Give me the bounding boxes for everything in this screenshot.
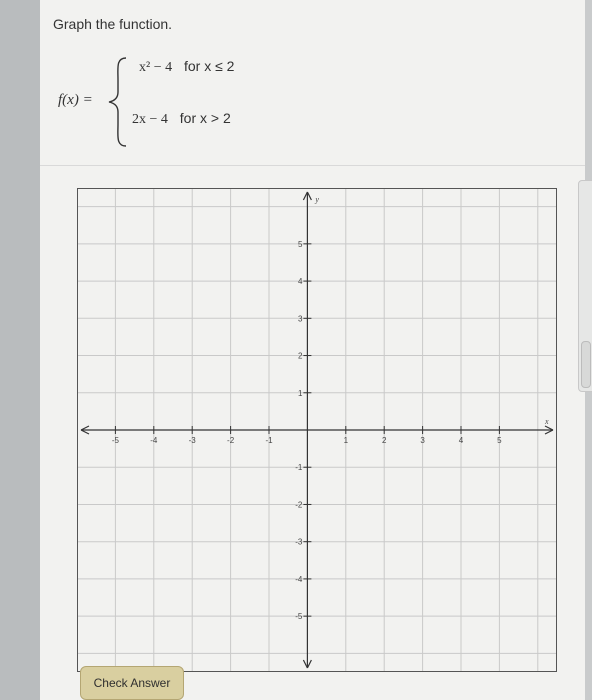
function-name: f(x) = (58, 92, 93, 108)
check-answer-button[interactable]: Check Answer (80, 666, 184, 700)
y-tick-label: -3 (295, 538, 303, 547)
piece-2-condition: for x > 2 (179, 110, 231, 126)
x-tick-label: -1 (265, 436, 273, 445)
x-tick-label: 4 (459, 436, 464, 445)
y-tick-label: 1 (298, 389, 303, 398)
side-panel-handle[interactable] (578, 180, 592, 392)
y-tick-label: 4 (298, 277, 303, 286)
piece-1: x² − 4 for x ≤ 2 (139, 58, 234, 76)
y-tick-label: 2 (298, 352, 303, 361)
x-tick-label: 1 (344, 436, 349, 445)
y-tick-label: -4 (295, 575, 303, 584)
x-tick-label: -5 (112, 436, 120, 445)
tick-labels: -5 -4 -3 -2 -1 1 2 3 4 5 5 4 3 2 1 -1 -2 -3 -4 -5 x y (112, 195, 549, 621)
x-tick-label: -3 (189, 436, 197, 445)
y-axis-label: y (314, 195, 319, 204)
x-tick-label: 3 (420, 436, 425, 445)
left-rail (0, 0, 40, 700)
piece-1-expression: x² − 4 (139, 60, 173, 75)
x-tick-label: 2 (382, 436, 387, 445)
y-tick-label: 5 (298, 240, 303, 249)
y-tick-label: -1 (295, 463, 303, 472)
divider (40, 165, 585, 166)
side-panel-knob[interactable] (581, 341, 591, 388)
y-tick-label: -5 (295, 612, 303, 621)
x-tick-label: -4 (150, 436, 158, 445)
y-tick-label: -2 (295, 500, 303, 509)
piece-2-expression: 2x − 4 (132, 112, 168, 127)
x-tick-label: 5 (497, 436, 502, 445)
y-tick-label: 3 (298, 314, 303, 323)
axes (80, 191, 554, 669)
x-axis-label: x (544, 417, 549, 426)
piece-1-condition: for x ≤ 2 (183, 58, 235, 74)
question-prompt: Graph the function. (53, 16, 173, 32)
piece-2: 2x − 4 for x > 2 (132, 110, 231, 128)
graph-canvas[interactable]: -5 -4 -3 -2 -1 1 2 3 4 5 5 4 3 2 1 -1 -2 -3 -4 -5 x y (77, 188, 557, 672)
x-tick-label: -2 (227, 436, 235, 445)
piecewise-brace (108, 57, 127, 147)
